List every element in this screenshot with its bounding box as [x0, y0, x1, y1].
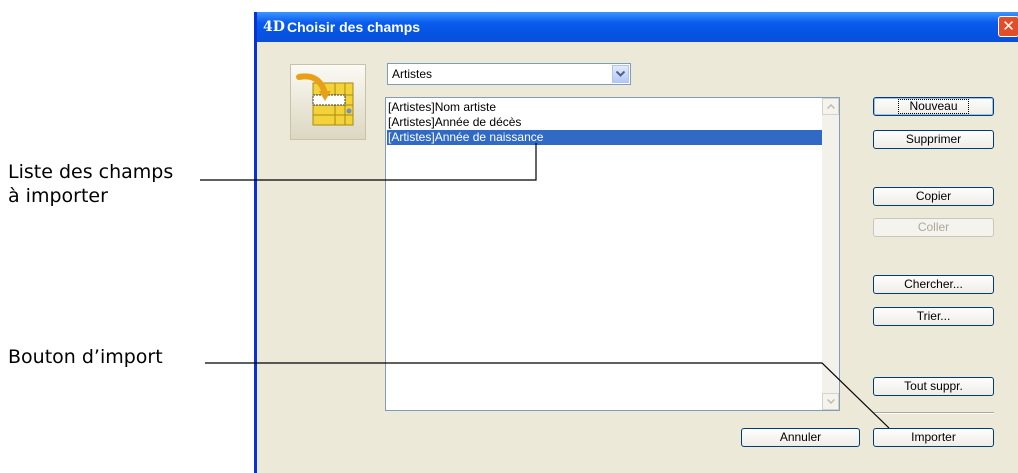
list-item-table: [Artistes] — [388, 100, 435, 114]
list-item-table: [Artistes] — [388, 115, 435, 129]
new-button[interactable]: Nouveau — [873, 97, 994, 116]
list-item[interactable]: [Artistes]Nom artiste — [388, 100, 496, 115]
list-item[interactable]: [Artistes]Année de décès — [388, 115, 521, 130]
chevron-up-icon — [827, 104, 835, 109]
paste-button[interactable]: Coller — [873, 218, 994, 237]
callout-fields-list: Liste des champs à importer — [8, 160, 173, 208]
chevron-down-icon — [827, 399, 835, 404]
clear-all-button[interactable]: Tout suppr. — [873, 377, 994, 396]
fields-listbox[interactable]: [Artistes]Nom artiste [Artistes]Année de… — [385, 97, 840, 411]
callout-fields-line2: à importer — [8, 185, 108, 207]
list-item-field: Année de décès — [434, 115, 522, 129]
scroll-up-button[interactable] — [822, 98, 839, 115]
table-select[interactable]: Artistes — [387, 63, 631, 85]
list-item-table: [Artistes] — [388, 130, 435, 144]
close-icon: ✕ — [1002, 17, 1015, 35]
list-item-field: Nom artiste — [434, 100, 497, 114]
choose-fields-dialog: 4D Choisir des champs ✕ Artistes [Artist… — [254, 12, 1018, 473]
title-bar[interactable]: 4D Choisir des champs ✕ — [257, 12, 1018, 42]
list-item-field: Année de naissance — [434, 130, 544, 144]
close-button[interactable]: ✕ — [998, 16, 1018, 37]
sort-button[interactable]: Trier... — [873, 307, 994, 326]
cancel-button[interactable]: Annuler — [741, 428, 860, 447]
callout-import-button: Bouton d’import — [8, 346, 163, 368]
window-title: Choisir des champs — [287, 19, 421, 35]
scroll-down-button[interactable] — [822, 393, 839, 410]
chevron-down-icon — [616, 71, 625, 77]
list-item-selected[interactable]: [Artistes]Année de naissance — [387, 130, 839, 145]
separator — [873, 412, 994, 414]
copy-button[interactable]: Copier — [873, 187, 994, 206]
dropdown-button[interactable] — [612, 65, 629, 83]
delete-button[interactable]: Supprimer — [873, 130, 994, 149]
find-button[interactable]: Chercher... — [873, 275, 994, 294]
import-fields-icon — [290, 64, 366, 140]
callout-fields-line1: Liste des champs — [8, 161, 174, 183]
table-select-value: Artistes — [392, 67, 433, 81]
app-logo-icon: 4D — [263, 19, 285, 35]
vertical-scrollbar[interactable] — [822, 98, 839, 410]
import-button[interactable]: Importer — [873, 428, 994, 447]
